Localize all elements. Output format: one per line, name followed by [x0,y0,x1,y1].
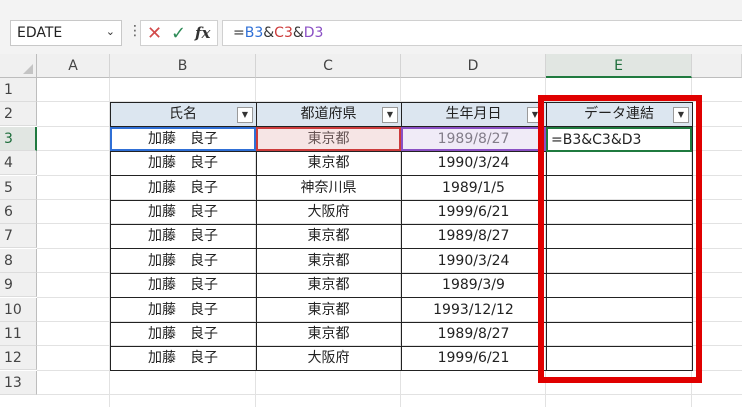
table-header-cell[interactable]: 氏名 [110,102,256,127]
formula-part: C3 [274,25,293,41]
table-cell[interactable]: 東京都 [256,127,401,151]
table-cell[interactable]: 加藤 良子 [110,151,256,175]
table-cell[interactable]: 加藤 良子 [110,298,256,322]
column-header[interactable]: A [37,54,110,78]
active-cell[interactable]: =B3&C3&D3 [546,126,692,153]
row-header[interactable]: 3 [0,126,37,151]
table-border [255,102,257,371]
formula-part: & [292,25,304,41]
table-cell[interactable]: 加藤 良子 [110,176,256,200]
row-header[interactable]: 6 [0,200,37,224]
table-cell[interactable]: 1990/3/24 [401,249,546,273]
table-cell[interactable]: 加藤 良子 [110,322,256,346]
checkmark-icon[interactable]: ✓ [171,23,186,44]
column-header[interactable] [692,54,742,78]
table-cell[interactable]: 1989/3/9 [401,273,546,297]
name-box-value: EDATE [17,25,63,41]
table-cell[interactable]: 加藤 良子 [110,200,256,224]
table-header-label: 生年月日 [445,106,502,123]
fx-icon[interactable]: fx [195,24,210,42]
row-header[interactable]: 4 [0,151,37,176]
table-header-label: 氏名 [169,106,197,123]
table-cell[interactable]: 1999/6/21 [401,346,546,370]
formula-input[interactable]: =B3&C3&D3 [222,20,742,46]
table-cell[interactable]: 加藤 良子 [110,346,256,370]
table-border [400,102,402,371]
row-header[interactable]: 5 [0,175,37,200]
table-header-cell[interactable]: 都道府県 [256,102,401,127]
table-cell[interactable]: 加藤 良子 [110,127,256,151]
table-header-cell[interactable]: 生年月日 [401,102,546,127]
column-header[interactable]: B [110,54,256,78]
name-box[interactable]: EDATE ⌄ [10,20,122,46]
row-header[interactable]: 1 [0,78,37,102]
table-cell[interactable]: 東京都 [256,273,401,297]
table-cell[interactable]: 1993/12/12 [401,298,546,322]
select-all-button[interactable] [0,54,37,78]
chevron-down-icon[interactable]: ▼ [382,107,398,124]
table-cell[interactable]: 1989/1/5 [401,176,546,200]
table-cell[interactable]: 1989/8/27 [401,224,546,248]
row-header[interactable]: 9 [0,273,37,298]
table-cell[interactable]: 加藤 良子 [110,273,256,297]
formula-part: = [233,25,245,41]
row-header[interactable]: 11 [0,322,37,346]
chevron-down-icon[interactable]: ⌄ [106,25,115,38]
table-cell[interactable]: 大阪府 [256,346,401,370]
row-header[interactable]: 12 [0,346,37,371]
table-cell[interactable]: 東京都 [256,298,401,322]
table-cell[interactable]: 1989/8/27 [401,127,546,151]
active-cell-formula: =B3&C3&D3 [551,131,642,148]
formula-part: & [263,25,275,41]
table-header-label: データ連結 [584,106,654,123]
table-header-cell[interactable]: データ連結 [546,102,692,127]
table-cell[interactable]: 1989/8/27 [401,322,546,346]
table-cell[interactable]: 東京都 [256,151,401,175]
table-cell[interactable]: 1990/3/24 [401,151,546,175]
row-header[interactable]: 7 [0,224,37,249]
table-cell[interactable]: 大阪府 [256,200,401,224]
table-cell[interactable]: 東京都 [256,322,401,346]
table-header-label: 都道府県 [300,106,357,123]
row-header[interactable]: 2 [0,102,37,127]
table-cell[interactable]: 神奈川県 [256,176,401,200]
row-header[interactable]: 10 [0,297,37,322]
gridline [37,394,742,396]
table-border [109,102,111,371]
chevron-down-icon[interactable]: ▼ [527,107,543,124]
table-cell[interactable]: 加藤 良子 [110,249,256,273]
formula-buttons: ✕ ✓ fx [140,20,218,46]
chevron-down-icon[interactable]: ▼ [673,107,689,124]
formula-part: B3 [244,25,264,41]
chevron-down-icon[interactable]: ▼ [237,107,253,124]
table-cell[interactable]: 東京都 [256,249,401,273]
column-header[interactable]: D [401,54,546,78]
table-cell[interactable]: 東京都 [256,224,401,248]
formula-bar: EDATE ⌄ ⋮ ✕ ✓ fx =B3&C3&D3 [0,0,742,54]
column-header[interactable]: E [546,54,692,78]
spreadsheet-grid: A B C D E 1 2 3 4 5 6 7 8 9 10 11 12 13 氏名 ▼ 都道府県 ▼ 生年月日 ▼ データ連結… [0,54,742,407]
table-cell[interactable]: 加藤 良子 [110,224,256,248]
row-header[interactable]: 13 [0,370,37,395]
close-icon[interactable]: ✕ [147,23,162,44]
column-header[interactable]: C [256,54,401,78]
formula-part: D3 [303,25,324,41]
table-cell[interactable]: 1999/6/21 [401,200,546,224]
formula-text: =B3&C3&D3 [233,25,323,41]
row-header[interactable]: 8 [0,248,37,273]
